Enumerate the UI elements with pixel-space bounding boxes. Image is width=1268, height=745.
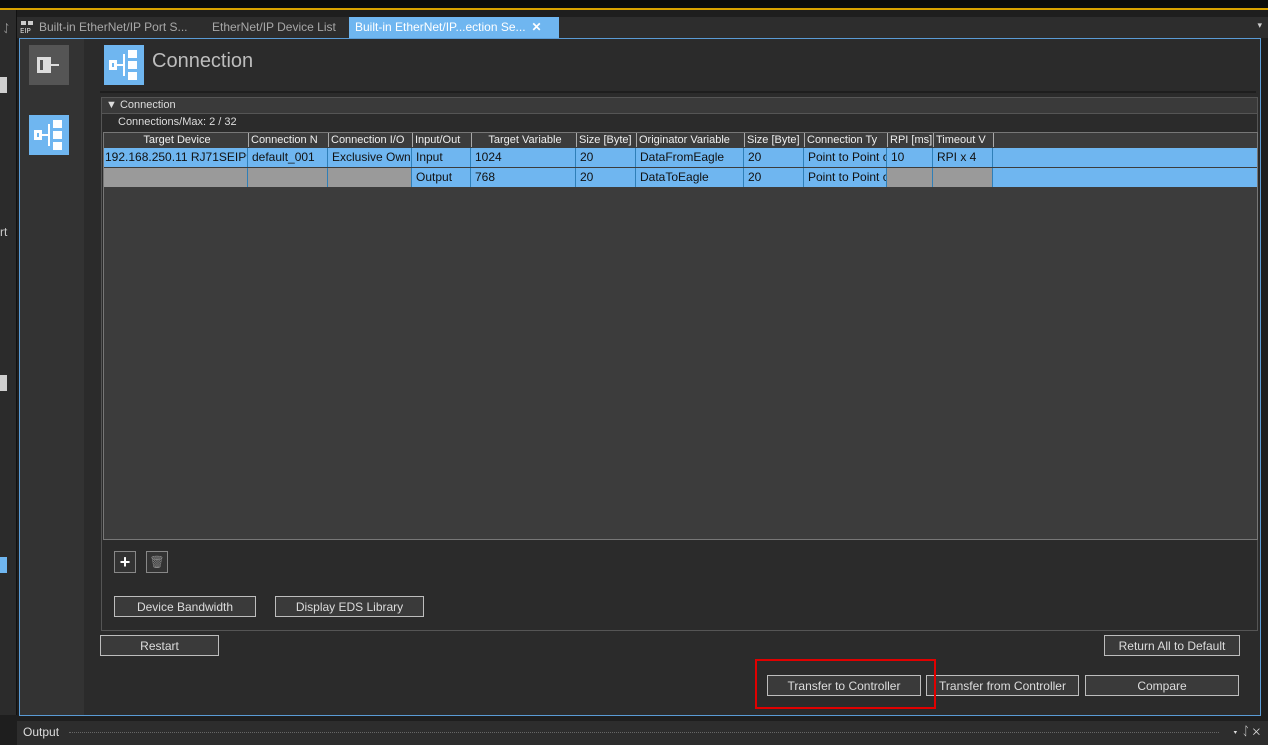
table-cell[interactable]: 1024 xyxy=(471,148,576,167)
ethernet-ip-icon: EIP xyxy=(20,21,33,34)
connection-settings-document: Connection ▼ Connection Connections/Max:… xyxy=(19,38,1261,716)
column-header[interactable]: Connection Ty xyxy=(804,133,887,147)
column-header[interactable]: Size [Byte] xyxy=(576,133,636,147)
connection-content: Connection ▼ Connection Connections/Max:… xyxy=(100,39,1258,715)
section-header-label: Connection xyxy=(119,99,176,111)
table-cell[interactable] xyxy=(328,168,412,187)
table-cell[interactable]: 192.168.250.11 RJ71SEIP91 xyxy=(104,148,248,167)
left-panel-marker xyxy=(0,77,7,93)
compare-button[interactable]: Compare xyxy=(1085,675,1239,696)
delete-icon[interactable]: 🗑 xyxy=(146,551,168,573)
column-header[interactable]: Target Variable xyxy=(471,133,576,147)
connection-table: Target Device Connection N Connection I/… xyxy=(103,132,1258,540)
svg-text:EIP: EIP xyxy=(20,27,31,34)
section-header[interactable]: ▼ Connection xyxy=(102,98,1257,114)
transfer-from-controller-button[interactable]: Transfer from Controller xyxy=(926,675,1079,696)
tab-device-list[interactable]: EtherNet/IP Device List xyxy=(212,17,352,38)
table-cell-filler xyxy=(993,148,1257,167)
table-cell[interactable]: default_001 xyxy=(248,148,328,167)
table-cell[interactable]: 20 xyxy=(576,168,636,187)
output-panel-bar: Output ▾ ᛇ ✕ xyxy=(17,721,1268,745)
table-cell[interactable]: 20 xyxy=(744,168,804,187)
settings-nav-column xyxy=(20,39,84,715)
column-header[interactable]: RPI [ms] xyxy=(887,133,933,147)
table-cell[interactable]: DataToEagle xyxy=(636,168,744,187)
left-panel-marker xyxy=(0,375,7,391)
column-header[interactable]: Size [Byte] xyxy=(744,133,804,147)
pin-icon[interactable]: ᛇ xyxy=(3,23,10,35)
table-cell[interactable]: Exclusive Owner xyxy=(328,148,412,167)
left-dock-strip: ᛇ rt xyxy=(0,10,17,715)
table-cell[interactable]: 10 xyxy=(887,148,933,167)
top-strip xyxy=(0,0,1268,10)
connection-nav-icon[interactable] xyxy=(29,115,69,155)
connection-header-icon xyxy=(104,45,144,85)
connection-section: ▼ Connection Connections/Max: 2 / 32 Tar… xyxy=(101,97,1258,631)
column-header[interactable]: Input/Out xyxy=(412,133,471,147)
column-header[interactable]: Connection N xyxy=(248,133,328,147)
tab-port-settings[interactable]: Built-in EtherNet/IP Port S... xyxy=(39,17,197,38)
column-header[interactable]: Timeout V xyxy=(933,133,993,147)
page-title: Connection xyxy=(152,50,254,72)
table-cell[interactable]: DataFromEagle xyxy=(636,148,744,167)
column-header[interactable]: Originator Variable xyxy=(636,133,744,147)
table-cell[interactable] xyxy=(933,168,993,187)
device-bandwidth-button[interactable]: Device Bandwidth xyxy=(114,596,256,617)
tab-dropdown-icon[interactable]: ▾ xyxy=(1257,20,1262,31)
table-cell[interactable]: 768 xyxy=(471,168,576,187)
display-eds-library-button[interactable]: Display EDS Library xyxy=(275,596,424,617)
tab-connection-settings[interactable]: Built-in EtherNet/IP...ection Se... ✕ xyxy=(349,17,559,38)
table-cell[interactable]: 20 xyxy=(744,148,804,167)
highlight-box xyxy=(755,659,936,709)
table-cell[interactable] xyxy=(248,168,328,187)
close-icon[interactable]: ✕ xyxy=(532,17,542,38)
table-cell[interactable]: Input xyxy=(412,148,471,167)
table-cell[interactable]: Point to Point c xyxy=(804,168,887,187)
table-cell[interactable]: Point to Point c xyxy=(804,148,887,167)
collapse-arrow-icon: ▼ xyxy=(106,99,117,111)
restart-button[interactable]: Restart xyxy=(100,635,219,656)
column-header[interactable]: Target Device xyxy=(104,133,248,147)
table-cell-filler xyxy=(993,168,1257,187)
table-cell[interactable]: Output xyxy=(412,168,471,187)
left-panel-selected-marker xyxy=(0,557,7,573)
table-cell[interactable] xyxy=(887,168,933,187)
table-cell[interactable]: 20 xyxy=(576,148,636,167)
column-header[interactable]: Connection I/O xyxy=(328,133,412,147)
add-connection-button[interactable]: + xyxy=(114,551,136,573)
table-cell[interactable] xyxy=(104,168,248,187)
table-row[interactable]: 192.168.250.11 RJ71SEIP91 default_001 Ex… xyxy=(104,148,1257,167)
column-header-filler xyxy=(993,133,1257,147)
connections-max-label: Connections/Max: 2 / 32 xyxy=(118,116,237,128)
document-tab-bar: EIP Built-in EtherNet/IP Port S... Ether… xyxy=(17,17,1268,38)
output-panel-controls-icon[interactable]: ▾ ᛇ ✕ xyxy=(1232,724,1260,738)
divider xyxy=(100,91,1256,93)
table-row[interactable]: Output 768 20 DataToEagle 20 Point to Po… xyxy=(104,168,1257,187)
output-panel-title[interactable]: Output xyxy=(23,725,59,739)
left-panel-cut-text: rt xyxy=(0,225,8,239)
table-cell[interactable]: RPI x 4 xyxy=(933,148,993,167)
return-all-to-default-button[interactable]: Return All to Default xyxy=(1104,635,1240,656)
divider xyxy=(69,732,1219,735)
port-settings-icon[interactable] xyxy=(29,45,69,85)
